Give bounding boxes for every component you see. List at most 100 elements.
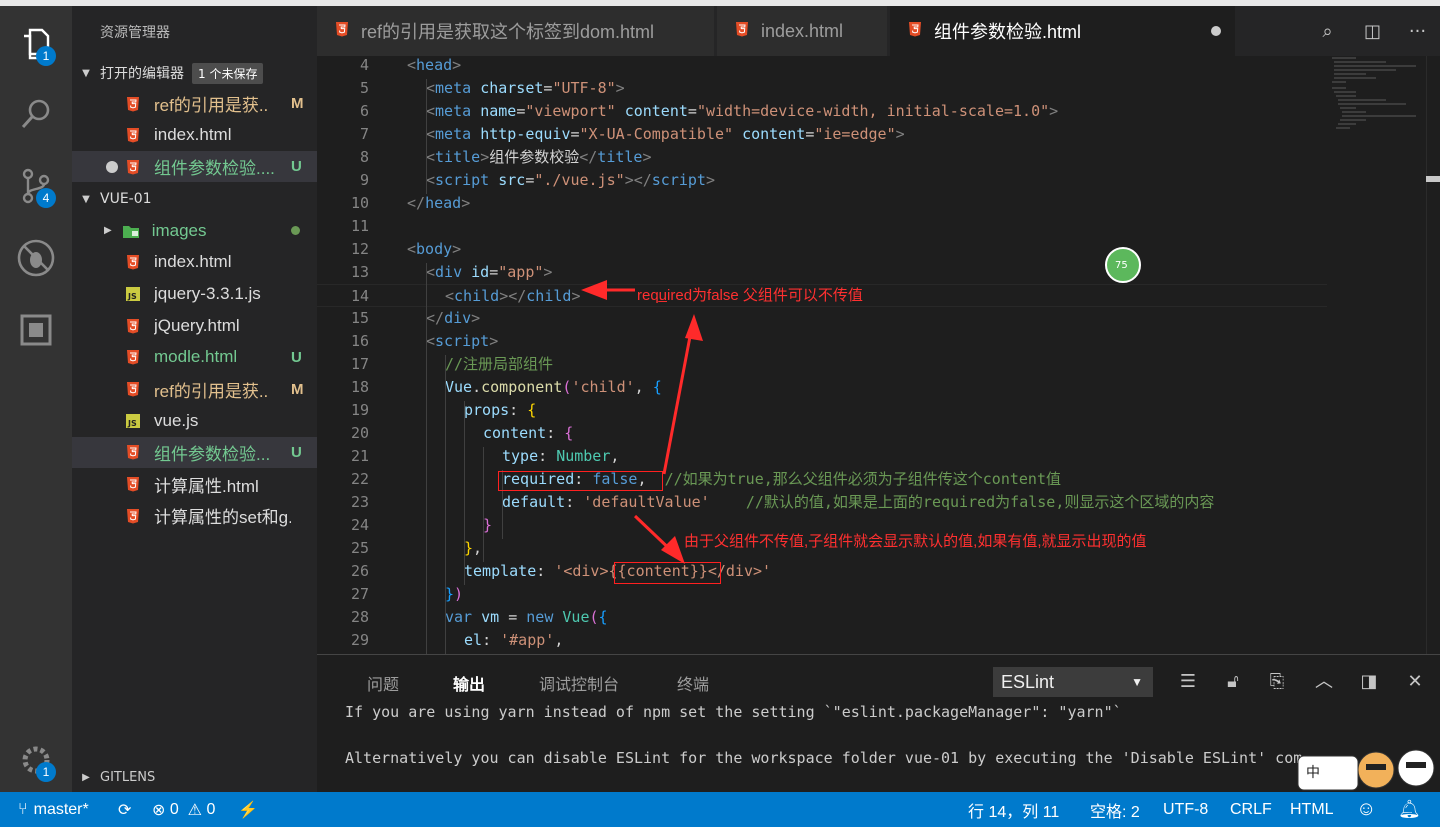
- chevron-down-icon: ▼: [82, 67, 90, 79]
- chevron-right-icon: ▶: [82, 772, 90, 783]
- ime-mode-label: 中: [1306, 765, 1320, 781]
- scrollbar-thumb[interactable]: [1426, 176, 1440, 182]
- file-name: 计算属性的set和g...: [154, 508, 291, 528]
- editor-tab[interactable]: index.html: [717, 6, 887, 56]
- indentation[interactable]: 空格: 2: [1090, 792, 1140, 827]
- file-name: index.html: [154, 252, 232, 272]
- maximize-panel-icon[interactable]: ︿: [1311, 669, 1337, 695]
- output-channel-select[interactable]: ESLint ▼: [993, 667, 1153, 697]
- git-branch[interactable]: ⑂ master*: [18, 792, 89, 827]
- output-channel-value: ESLint: [1001, 671, 1055, 692]
- language-mode[interactable]: HTML: [1290, 792, 1334, 827]
- panel-tab[interactable]: 调试控制台: [539, 671, 619, 695]
- sync-icon[interactable]: ⟳: [118, 792, 131, 827]
- cursor-position[interactable]: 行 14，列 11: [968, 792, 1059, 827]
- problems-indicator[interactable]: ⊗ 0 ⚠ 0: [152, 792, 215, 827]
- panel-tab[interactable]: 问题: [367, 671, 399, 695]
- chevron-right-icon: ▶: [104, 225, 112, 236]
- file-item[interactable]: JS vue.js: [72, 405, 317, 436]
- editor-tab[interactable]: ref的引用是获取这个标签到dom.html: [317, 6, 714, 56]
- explorer-sidebar: 资源管理器 ▼ 打开的编辑器 1 个未保存 ref的引用是获.. Mindex.h…: [72, 6, 317, 792]
- chevron-down-icon: ▼: [1131, 675, 1143, 689]
- file-name: 组件参数检验...: [154, 444, 271, 464]
- html5-icon: [124, 475, 142, 493]
- editor-tab[interactable]: 组件参数检验.html: [890, 6, 1235, 56]
- status-bar: ⑂ master* ⟳ ⊗ 0 ⚠ 0 ⚡ 行 14，列 11 空格: 2 UT…: [0, 792, 1440, 827]
- open-log-icon[interactable]: ⎘: [1264, 669, 1290, 695]
- explorer-badge: 1: [36, 46, 56, 66]
- panel-tab[interactable]: 输出: [453, 671, 485, 695]
- lightning-icon[interactable]: ⚡: [238, 792, 258, 827]
- bottom-panel: 问题 输出 调试控制台 终端 ESLint ▼ ☰ 🔓︎ ⎘ ︿ ◨ ✕ If you…: [317, 654, 1440, 792]
- close-panel-icon[interactable]: ✕: [1402, 669, 1428, 695]
- arrow-head: [661, 536, 685, 564]
- editor-actions: ⌕ ◫ ···: [1305, 6, 1440, 56]
- line-endings[interactable]: CRLF: [1230, 792, 1272, 827]
- unsaved-dot-icon: [106, 160, 118, 173]
- file-name: ref的引用是获..: [154, 381, 269, 401]
- file-item[interactable]: modle.html U: [72, 342, 317, 373]
- explorer-icon[interactable]: 1: [12, 20, 60, 68]
- panel-tab[interactable]: 终端: [677, 671, 709, 695]
- file-name: vue.js: [154, 410, 199, 430]
- js-icon: JS: [124, 285, 142, 303]
- file-item[interactable]: index.html: [72, 120, 317, 151]
- modified-dot-icon: [291, 222, 317, 239]
- html5-icon: [735, 21, 749, 42]
- svg-text:JS: JS: [127, 292, 137, 301]
- gitlens-label: GITLENS: [100, 770, 156, 785]
- minimap[interactable]: [1326, 56, 1426, 136]
- error-icon: ⊗: [152, 801, 166, 819]
- unsaved-dot-icon[interactable]: [1211, 26, 1221, 36]
- file-item[interactable]: ref的引用是获.. M: [72, 88, 317, 119]
- floating-badge[interactable]: 75: [1105, 247, 1141, 283]
- svg-text:JS: JS: [127, 419, 137, 428]
- file-name: jquery-3.3.1.js: [154, 283, 261, 303]
- open-preview-icon[interactable]: ⌕: [1305, 21, 1350, 42]
- file-item[interactable]: ▶ images: [72, 215, 317, 246]
- toggle-panel-layout-icon[interactable]: ◨: [1356, 669, 1382, 695]
- file-name: 组件参数检验....: [154, 159, 275, 178]
- html5-icon: [335, 21, 349, 42]
- file-item[interactable]: JS jquery-3.3.1.js: [72, 278, 317, 309]
- html5-icon: [908, 21, 922, 42]
- notifications-bell-icon[interactable]: 🔔︎: [1398, 792, 1421, 827]
- file-item[interactable]: 计算属性.html: [72, 469, 317, 500]
- feedback-smiley-icon[interactable]: ☺: [1356, 792, 1376, 827]
- search-icon[interactable]: [12, 90, 60, 138]
- open-editors-label: 打开的编辑器: [100, 66, 184, 82]
- lock-scroll-icon[interactable]: 🔓︎: [1220, 669, 1246, 695]
- git-status: M: [291, 380, 304, 398]
- file-item[interactable]: 计算属性的set和g...: [72, 500, 317, 531]
- editor-tabs: ref的引用是获取这个标签到dom.html index.html 组件参数检验.h…: [317, 6, 1440, 56]
- file-item[interactable]: 组件参数检验... U: [72, 436, 317, 468]
- split-editor-icon[interactable]: ◫: [1350, 21, 1395, 42]
- file-item[interactable]: index.html: [72, 247, 317, 278]
- open-editors-header[interactable]: ▼ 打开的编辑器 1 个未保存: [72, 60, 317, 86]
- html5-icon: [124, 126, 142, 144]
- git-status: M: [291, 95, 304, 112]
- file-item[interactable]: 组件参数检验.... U: [72, 151, 317, 182]
- clear-output-icon[interactable]: ☰: [1175, 669, 1201, 695]
- explorer-title: 资源管理器: [100, 25, 170, 41]
- gitlens-section[interactable]: ▶ GITLENS: [72, 763, 317, 792]
- code-editor[interactable]: 4 <head> 5 <meta charset="UTF-8"> 6 <meta nam…: [317, 56, 1440, 654]
- badge-value: 75: [1115, 259, 1128, 271]
- debug-icon[interactable]: [12, 234, 60, 282]
- warning-count: 0: [206, 800, 216, 818]
- settings-gear-icon[interactable]: 1: [12, 736, 60, 784]
- encoding[interactable]: UTF-8: [1163, 792, 1208, 827]
- editor-scrollbar[interactable]: [1426, 56, 1440, 654]
- file-item[interactable]: jQuery.html: [72, 310, 317, 341]
- more-actions-icon[interactable]: ···: [1395, 21, 1440, 42]
- project-header[interactable]: ▼ VUE-01: [72, 186, 317, 212]
- file-name: jQuery.html: [154, 315, 240, 335]
- js-icon: JS: [124, 412, 142, 430]
- html5-icon: [124, 253, 142, 271]
- file-name: images: [151, 220, 207, 240]
- file-item[interactable]: ref的引用是获.. M: [72, 374, 317, 405]
- extensions-icon[interactable]: [12, 306, 60, 354]
- chevron-down-icon: ▼: [82, 193, 90, 205]
- source-control-icon[interactable]: 4: [12, 162, 60, 210]
- arrow-head: [581, 280, 607, 300]
